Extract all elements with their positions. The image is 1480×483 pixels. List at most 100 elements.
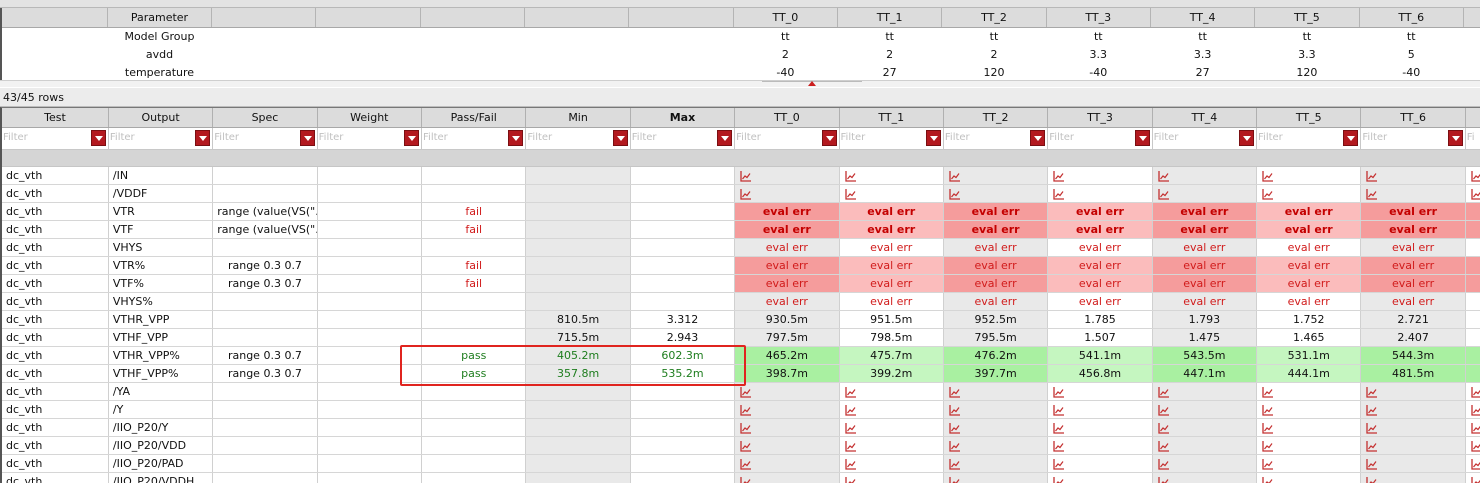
max-cell[interactable]: 3.312 (630, 310, 736, 329)
corner-result-cell[interactable]: eval err (1256, 220, 1362, 239)
column-header[interactable]: TT_1 (839, 108, 944, 128)
weight-cell[interactable] (317, 202, 423, 221)
min-cell[interactable] (525, 202, 631, 221)
pass-fail-cell[interactable] (421, 310, 527, 329)
waveform-plot-icon[interactable] (1366, 422, 1378, 434)
pass-fail-cell[interactable] (421, 436, 527, 455)
result-row[interactable]: dc_vth/YA (2, 382, 1480, 401)
max-cell[interactable] (630, 454, 736, 473)
weight-cell[interactable] (317, 184, 423, 203)
pass-fail-cell[interactable] (421, 472, 527, 483)
column-header[interactable]: Weight (317, 108, 423, 128)
corner-result-cell[interactable]: 1.752 (1256, 310, 1362, 329)
test-cell[interactable]: dc_vth (2, 166, 109, 185)
waveform-cell[interactable] (734, 454, 840, 473)
param-corner-header[interactable]: TT_4 (1150, 8, 1256, 28)
waveform-plot-icon[interactable] (740, 476, 752, 483)
result-row[interactable]: dc_vth VTHF_VPP% range 0.3 0.7 pass 357.8m 53… (2, 364, 1480, 383)
waveform-plot-icon[interactable] (1262, 386, 1274, 398)
param-corner-header[interactable]: TT_0 (733, 8, 839, 28)
test-cell[interactable]: dc_vth (2, 220, 109, 239)
waveform-cell[interactable] (1465, 382, 1480, 401)
waveform-plot-icon[interactable] (1053, 476, 1065, 483)
waveform-plot-icon[interactable] (1157, 188, 1170, 200)
param-corner-header[interactable]: TT_3 (1046, 8, 1151, 28)
waveform-plot-icon[interactable] (949, 476, 961, 483)
output-cell[interactable]: VTHR_VPP% (108, 346, 214, 365)
corner-result-cell[interactable]: 2.721 (1360, 310, 1466, 329)
param-value-cell[interactable]: 120 (1255, 63, 1359, 81)
corner-result-cell[interactable]: eval err (1360, 202, 1466, 221)
waveform-cell[interactable] (1360, 166, 1466, 185)
waveform-plot-icon[interactable] (1262, 422, 1274, 434)
test-cell[interactable]: dc_vth (2, 328, 109, 347)
corner-result-cell[interactable]: eval err (1047, 256, 1153, 275)
pass-fail-cell[interactable]: fail (421, 220, 527, 239)
filter-input[interactable] (318, 129, 404, 146)
waveform-plot-icon[interactable] (740, 386, 752, 398)
min-cell[interactable] (525, 220, 631, 239)
filter-dropdown-icon[interactable] (1030, 129, 1046, 146)
corner-result-cell[interactable]: eval err (1152, 256, 1258, 275)
filter-dropdown-icon[interactable] (1447, 129, 1463, 146)
waveform-cell[interactable] (943, 418, 1049, 437)
spec-cell[interactable] (212, 166, 318, 185)
pass-fail-cell[interactable]: pass (421, 346, 527, 365)
filter-dropdown-icon[interactable] (1134, 129, 1150, 146)
param-value-cell[interactable]: 27 (838, 63, 942, 81)
weight-cell[interactable] (317, 400, 423, 419)
output-cell[interactable]: /Y (108, 400, 214, 419)
result-row[interactable]: dc_vth/VDDF (2, 184, 1480, 203)
min-cell[interactable] (525, 274, 631, 293)
min-cell[interactable]: 715.5m (525, 328, 631, 347)
waveform-plot-icon[interactable] (1053, 422, 1065, 434)
waveform-cell[interactable] (1047, 418, 1153, 437)
corner-result-cell[interactable]: eval err (1047, 274, 1153, 293)
waveform-plot-icon[interactable] (1157, 422, 1170, 434)
waveform-cell[interactable] (1465, 418, 1480, 437)
waveform-cell[interactable] (1256, 418, 1362, 437)
test-cell[interactable]: dc_vth (2, 202, 109, 221)
max-cell[interactable] (630, 166, 736, 185)
waveform-cell[interactable] (1360, 436, 1466, 455)
param-value-cell[interactable]: 2 (942, 45, 1046, 63)
waveform-plot-icon[interactable] (1366, 170, 1378, 182)
weight-cell[interactable] (317, 274, 423, 293)
corner-result-cell[interactable]: 1.507 (1047, 328, 1153, 347)
pass-fail-cell[interactable] (421, 238, 527, 257)
result-row[interactable]: dc_vth VTHR_VPP% range 0.3 0.7 pass 405.2m 60… (2, 346, 1480, 365)
filter-dropdown-icon[interactable] (508, 129, 524, 146)
param-corner-header[interactable]: TT_2 (941, 8, 1047, 28)
column-header[interactable]: Spec (212, 108, 318, 128)
waveform-cell[interactable] (734, 472, 840, 483)
corner-result-cell[interactable]: eval err (1047, 220, 1153, 239)
waveform-plot-icon[interactable] (1262, 476, 1274, 483)
corner-result-cell[interactable]: eval err (734, 220, 840, 239)
max-cell[interactable] (630, 292, 736, 311)
corner-result-cell[interactable]: 476.2m (943, 346, 1049, 365)
test-cell[interactable]: dc_vth (2, 418, 109, 437)
corner-result-cell[interactable]: 456.8m (1047, 364, 1153, 383)
waveform-plot-icon[interactable] (1471, 458, 1480, 470)
param-value-cell[interactable]: tt (1359, 27, 1463, 45)
result-row[interactable]: dc_vth/IIO_P20/PAD (2, 454, 1480, 473)
output-cell[interactable]: /YA (108, 382, 214, 401)
waveform-plot-icon[interactable] (1471, 476, 1480, 483)
spec-cell[interactable] (212, 382, 318, 401)
waveform-plot-icon[interactable] (1471, 386, 1480, 398)
waveform-plot-icon[interactable] (1366, 188, 1378, 200)
waveform-plot-icon[interactable] (844, 458, 857, 470)
corner-result-cell[interactable]: eval err (1360, 274, 1466, 293)
waveform-cell[interactable] (734, 436, 840, 455)
test-cell[interactable]: dc_vth (2, 310, 109, 329)
corner-result-cell[interactable]: eval err (943, 238, 1049, 257)
waveform-plot-icon[interactable] (844, 440, 857, 452)
corner-result-cell[interactable]: 447.1m (1152, 364, 1258, 383)
param-value-cell[interactable]: tt (838, 27, 942, 45)
param-name-cell[interactable]: temperature (107, 63, 211, 81)
corner-result-cell[interactable]: eval err (943, 274, 1049, 293)
waveform-cell[interactable] (1047, 382, 1153, 401)
waveform-plot-icon[interactable] (1366, 386, 1378, 398)
corner-result-cell[interactable]: 475.7m (839, 346, 944, 365)
waveform-cell[interactable] (1360, 418, 1466, 437)
